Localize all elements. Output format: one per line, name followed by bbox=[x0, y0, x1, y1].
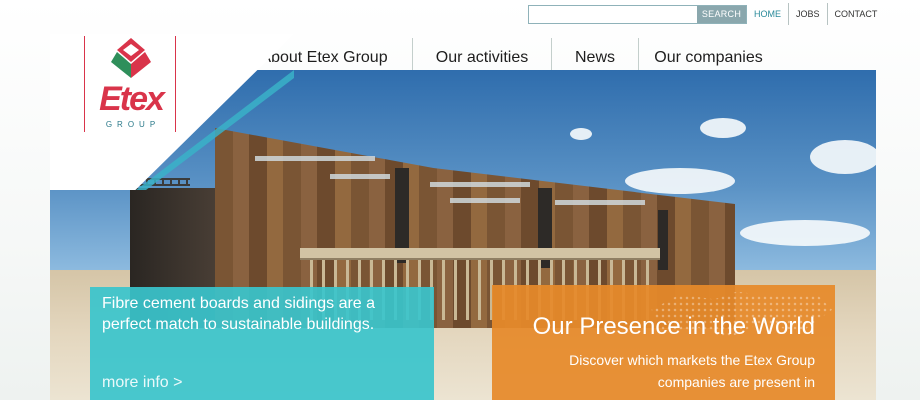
window-strip bbox=[430, 182, 530, 187]
more-info-link[interactable]: more info > bbox=[102, 374, 182, 392]
nav-item-news[interactable]: News bbox=[551, 38, 638, 74]
promo-world-presence[interactable]: Our Presence in the World Discover which… bbox=[492, 285, 835, 400]
etex-diamond-logo-icon bbox=[111, 38, 151, 78]
cloud-shape bbox=[700, 118, 746, 138]
nav-item-companies[interactable]: Our companies bbox=[638, 38, 778, 74]
promo-sustainable-text: Fibre cement boards and sidings are a pe… bbox=[102, 295, 376, 333]
promo-world-text: Discover which markets the Etex Group co… bbox=[569, 352, 815, 390]
etex-logo[interactable]: Etex GROUP bbox=[84, 36, 176, 132]
utility-bar: SEARCH HOME JOBS CONTACT bbox=[528, 3, 884, 25]
cloud-shape bbox=[625, 168, 735, 194]
promo-world-title: Our Presence in the World bbox=[532, 313, 815, 340]
home-link[interactable]: HOME bbox=[749, 3, 788, 25]
building-canopy bbox=[300, 248, 660, 260]
nav-item-activities[interactable]: Our activities bbox=[412, 38, 551, 74]
main-nav: About Etex Group Our activities News Our… bbox=[236, 38, 778, 74]
search-input[interactable] bbox=[529, 5, 697, 23]
utility-links: HOME JOBS CONTACT bbox=[749, 3, 884, 25]
window-strip bbox=[330, 174, 390, 179]
search-button[interactable]: SEARCH bbox=[697, 5, 746, 23]
promo-sustainable[interactable]: Fibre cement boards and sidings are a pe… bbox=[90, 287, 434, 400]
cloud-shape bbox=[810, 140, 876, 174]
window-strip bbox=[555, 200, 645, 205]
logo-subtitle: GROUP bbox=[105, 120, 161, 129]
search-box: SEARCH bbox=[528, 4, 747, 24]
building-slot bbox=[658, 210, 668, 270]
cloud-shape bbox=[740, 220, 870, 246]
window-strip bbox=[450, 198, 520, 203]
jobs-link[interactable]: JOBS bbox=[788, 3, 827, 25]
logo-wordmark: Etex bbox=[99, 80, 165, 118]
contact-link[interactable]: CONTACT bbox=[826, 3, 885, 25]
cloud-shape bbox=[570, 128, 592, 140]
